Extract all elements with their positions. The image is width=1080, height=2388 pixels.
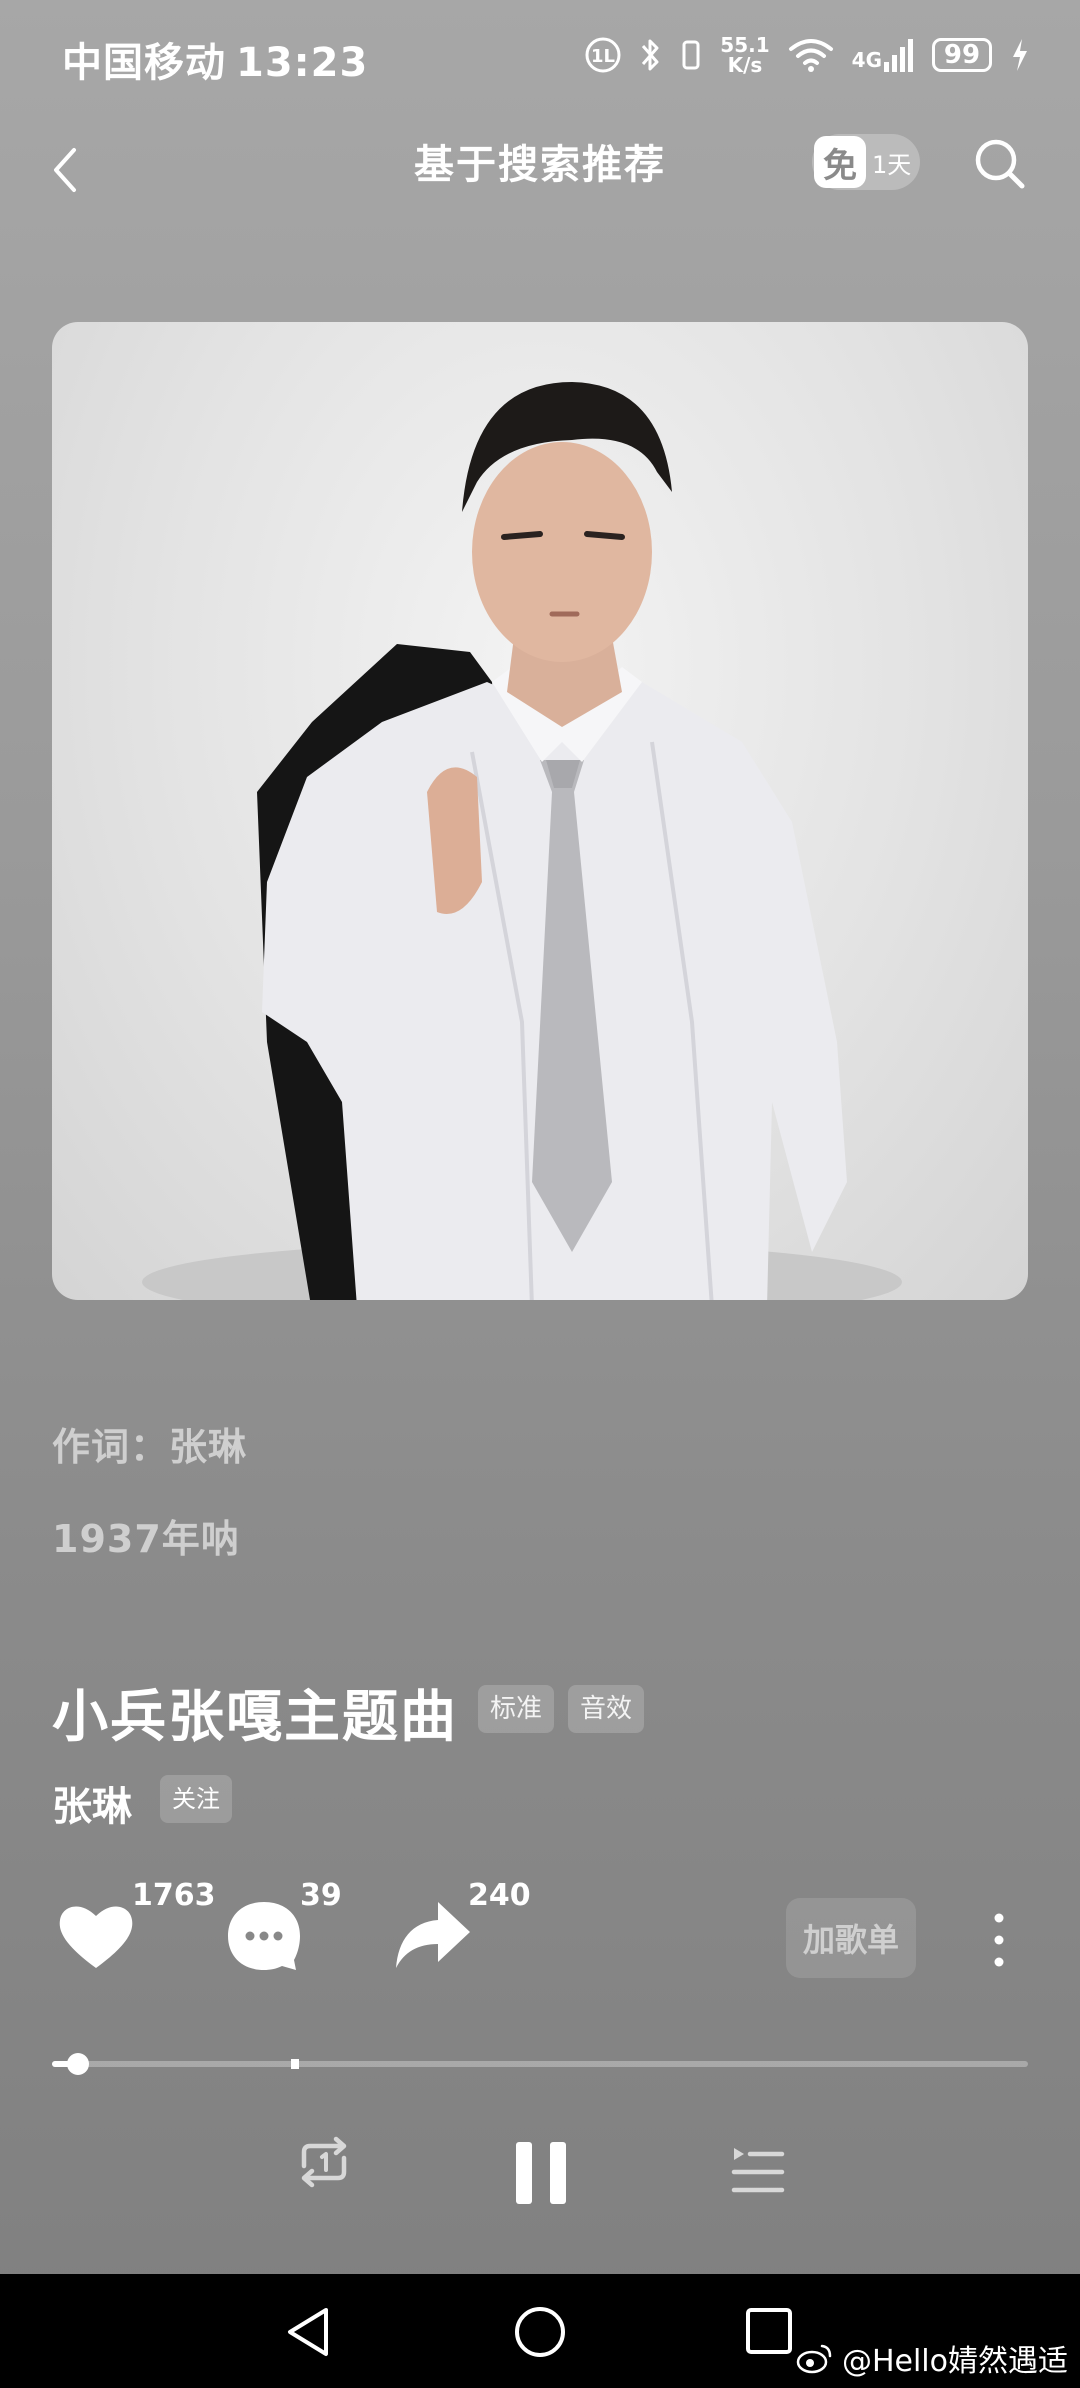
- playlist-icon[interactable]: [726, 2142, 790, 2206]
- watermark-text: @Hello婧然遇适: [841, 2344, 1068, 2379]
- lyric-line-2[interactable]: 1937年呐: [52, 1508, 240, 1563]
- artist-name[interactable]: 张琳: [52, 1774, 132, 1832]
- net-speed-value: 55.1: [720, 33, 770, 57]
- add-to-playlist-button[interactable]: 加歌单: [786, 1898, 916, 1978]
- network-type: 4G: [851, 48, 882, 72]
- weibo-icon: [796, 2344, 832, 2374]
- vibrate-icon: [682, 40, 700, 70]
- nav-recents-icon[interactable]: [744, 2306, 794, 2356]
- like-heart-icon[interactable]: [56, 1898, 136, 1974]
- album-cover-art: [142, 382, 902, 1300]
- follow-button[interactable]: 关注: [160, 1775, 232, 1823]
- status-bar: 中国移动 13:23 1L 55.1 K/s 4G 99: [0, 0, 1080, 120]
- hd-voice-icon: 1L: [585, 37, 621, 73]
- quality-tag-standard[interactable]: 标准: [478, 1685, 555, 1733]
- buffer-marker: [291, 2059, 300, 2069]
- net-speed: 55.1 K/s: [720, 35, 769, 75]
- share-icon[interactable]: [392, 1898, 472, 1974]
- sound-effect-tag[interactable]: 音效: [568, 1685, 645, 1733]
- pause-icon[interactable]: [510, 2130, 574, 2214]
- repeat-one-icon[interactable]: [292, 2130, 356, 2194]
- more-options-icon[interactable]: [984, 1910, 1014, 1970]
- wifi-icon: [788, 39, 833, 72]
- free-listen-badge[interactable]: 免 1天: [812, 134, 920, 190]
- net-speed-unit: K/s: [727, 53, 763, 77]
- song-title: 小兵张嘎主题曲: [52, 1685, 458, 1750]
- free-listen-icon: 免: [814, 136, 866, 188]
- like-count: 1763: [132, 1878, 216, 1913]
- search-icon[interactable]: [970, 134, 1030, 194]
- share-count: 240: [468, 1878, 531, 1913]
- lyric-line-1[interactable]: 作词：张琳: [52, 1416, 247, 1471]
- free-days-label: 1天: [872, 150, 912, 179]
- cell-signal-icon: [884, 39, 913, 72]
- svg-text:1L: 1L: [591, 46, 615, 67]
- status-carrier: 中国移动 13:23: [62, 30, 368, 88]
- progress-knob[interactable]: [66, 2053, 89, 2075]
- album-cover: [52, 322, 1028, 1300]
- nav-back-icon[interactable]: [282, 2304, 334, 2360]
- progress-track[interactable]: [52, 2061, 1028, 2067]
- watermark: @Hello婧然遇适: [796, 2336, 1068, 2380]
- comment-count: 39: [300, 1878, 342, 1913]
- carrier-name: 中国移动: [62, 40, 226, 86]
- status-time: 13:23: [236, 40, 369, 86]
- nav-home-icon[interactable]: [512, 2304, 568, 2360]
- charging-icon: [1013, 39, 1027, 71]
- status-icons: 1L 55.1 K/s 4G 99: [584, 30, 1030, 80]
- cell-signal: 4G: [852, 38, 914, 72]
- battery-indicator: 99: [932, 38, 992, 72]
- comment-icon[interactable]: [224, 1898, 304, 1974]
- battery-level: 99: [943, 40, 981, 70]
- bluetooth-icon: [642, 39, 659, 71]
